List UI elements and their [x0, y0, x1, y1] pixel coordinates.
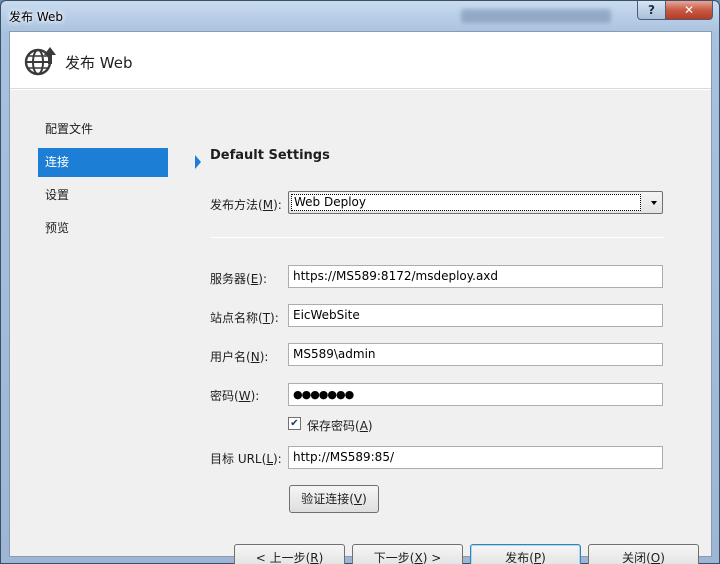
help-button[interactable]: ? [637, 1, 666, 20]
window-title: 发布 Web [9, 10, 63, 24]
globe-publish-icon [24, 47, 56, 76]
nav-item-settings[interactable]: 设置 [38, 181, 168, 210]
password-input[interactable]: ●●●●●●● [288, 383, 663, 406]
target-url-input[interactable]: http://MS589:85/ [288, 446, 663, 469]
user-name-input[interactable]: MS589\admin [288, 343, 663, 366]
nav-item-connection[interactable]: 连接 [38, 148, 201, 177]
dialog-window: 发布 Web ? ✕ 发布 Web 配置文件 连接 设置 预览 Default … [0, 0, 720, 564]
password-label: 密码(W): [210, 389, 260, 403]
publish-method-value: Web Deploy [291, 194, 641, 211]
validate-connection-button[interactable]: 验证连接(V) [289, 485, 379, 513]
close-button[interactable]: 关闭(O) [588, 544, 699, 564]
publish-method-select[interactable]: Web Deploy [288, 191, 663, 214]
dialog-header: 发布 Web [10, 32, 711, 89]
user-name-label: 用户名(N): [210, 350, 269, 364]
header-title: 发布 Web [65, 54, 133, 72]
nav-item-profile[interactable]: 配置文件 [38, 115, 168, 144]
nav-active-arrow-icon [195, 155, 201, 169]
section-title: Default Settings [210, 148, 330, 163]
server-input[interactable]: https://MS589:8172/msdeploy.axd [288, 265, 663, 288]
nav-item-preview[interactable]: 预览 [38, 214, 168, 243]
target-url-label: 目标 URL(L): [210, 452, 282, 466]
save-password-label[interactable]: 保存密码(A) [307, 417, 373, 434]
publish-button[interactable]: 发布(P) [470, 544, 581, 564]
site-name-input[interactable]: EicWebSite [288, 304, 663, 327]
dialog-client: 发布 Web 配置文件 连接 设置 预览 Default Settings 发布… [9, 31, 712, 564]
save-password-checkbox[interactable]: ✔ [288, 417, 301, 430]
site-name-label: 站点名称(T): [210, 311, 279, 325]
previous-button[interactable]: < 上一步(R) [234, 544, 345, 564]
dialog-body: 配置文件 连接 设置 预览 Default Settings 发布方法(M): … [10, 90, 711, 564]
nav-item-label: 连接 [45, 155, 70, 169]
title-bar[interactable]: 发布 Web ? ✕ [1, 1, 719, 31]
next-button[interactable]: 下一步(X) > [352, 544, 463, 564]
close-window-button[interactable]: ✕ [665, 1, 713, 20]
chevron-down-icon [651, 201, 657, 205]
form-divider [210, 237, 663, 238]
server-label: 服务器(E): [210, 272, 268, 286]
title-glass-blur [461, 9, 611, 23]
publish-method-label: 发布方法(M): [210, 198, 282, 212]
